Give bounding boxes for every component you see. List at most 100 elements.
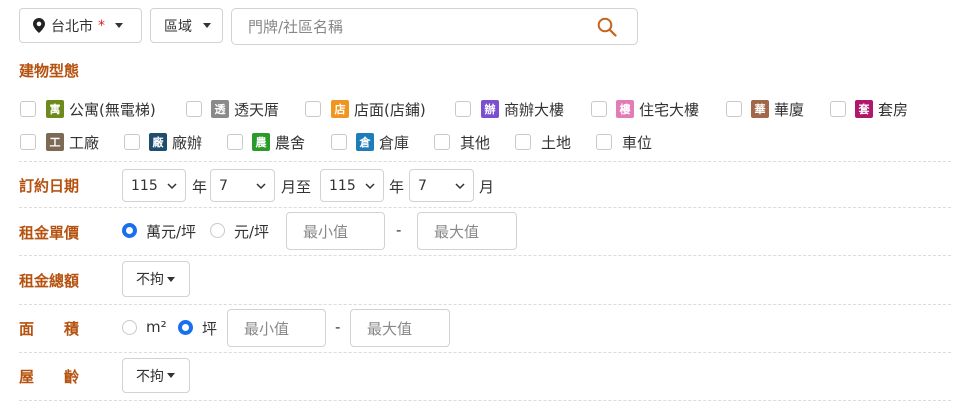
- to-month-value: 7: [418, 177, 427, 194]
- apartment-tag-icon: 寓: [46, 100, 64, 118]
- area-min-input[interactable]: 最小值: [227, 309, 326, 347]
- checkbox[interactable]: [591, 101, 607, 117]
- mansion-tag-icon: 華: [751, 100, 769, 118]
- checkbox[interactable]: [830, 101, 846, 117]
- chevron-down-icon: [203, 23, 211, 28]
- radio-yuan-per-ping[interactable]: [210, 223, 225, 238]
- checkbox[interactable]: [515, 134, 531, 150]
- checkbox[interactable]: [305, 101, 321, 117]
- to-year-select[interactable]: 115: [320, 169, 384, 202]
- total-rent-dropdown[interactable]: 不拘: [122, 261, 190, 297]
- age-label: 屋 齡: [19, 368, 80, 386]
- divider: [19, 400, 951, 401]
- district-dropdown[interactable]: 區域: [150, 8, 223, 43]
- city-label: 台北市: [51, 18, 93, 35]
- year-unit: 年: [389, 178, 405, 196]
- type-item-factory-office[interactable]: 廠 廠辦: [124, 132, 202, 152]
- type-item-land[interactable]: 土地: [515, 132, 571, 152]
- type-item-factory[interactable]: 工 工廠: [20, 132, 99, 152]
- from-year-value: 115: [131, 177, 158, 194]
- type-item-studio[interactable]: 套 套房: [830, 99, 908, 119]
- chevron-down-icon: [365, 182, 375, 189]
- age-dropdown[interactable]: 不拘: [122, 358, 190, 393]
- age-value: 不拘: [136, 368, 164, 385]
- type-label: 公寓(無電梯): [69, 100, 156, 119]
- type-label: 農舍: [275, 133, 306, 152]
- radio-square-meter-label: m²: [146, 318, 167, 336]
- type-item-storefront[interactable]: 店 店面(店鋪): [305, 99, 426, 119]
- type-item-mansion[interactable]: 華 華廈: [726, 99, 804, 119]
- type-item-other[interactable]: 其他: [434, 132, 490, 152]
- divider: [19, 207, 951, 208]
- unit-price-min-input[interactable]: 最小值: [286, 212, 385, 250]
- checkbox[interactable]: [124, 134, 140, 150]
- checkbox[interactable]: [726, 101, 742, 117]
- checkbox[interactable]: [434, 134, 450, 150]
- radio-square-meter[interactable]: [122, 320, 137, 335]
- type-label: 車位: [622, 133, 653, 152]
- checkbox[interactable]: [596, 134, 612, 150]
- type-item-residential-tower[interactable]: 樓 住宅大樓: [591, 99, 699, 119]
- factory-tag-icon: 工: [46, 133, 64, 151]
- location-pin-icon: [33, 18, 45, 33]
- search-input[interactable]: 門牌/社區名稱: [248, 16, 343, 37]
- divider: [19, 304, 951, 305]
- search-field[interactable]: 門牌/社區名稱: [231, 8, 638, 45]
- type-label: 工廠: [69, 133, 100, 152]
- studio-tag-icon: 套: [855, 100, 873, 118]
- type-item-apartment[interactable]: 寓 公寓(無電梯): [20, 99, 156, 119]
- checkbox[interactable]: [331, 134, 347, 150]
- search-icon[interactable]: [597, 17, 617, 37]
- required-mark: *: [98, 17, 105, 34]
- chevron-down-icon: [167, 276, 175, 282]
- month-unit: 月: [479, 178, 495, 196]
- checkbox[interactable]: [186, 101, 202, 117]
- checkbox[interactable]: [455, 101, 471, 117]
- type-label: 華廈: [774, 100, 805, 119]
- type-label: 透天厝: [234, 100, 280, 119]
- radio-wan-per-ping-label: 萬元/坪: [146, 223, 197, 241]
- building-type-title: 建物型態: [19, 62, 80, 80]
- from-year-select[interactable]: 115: [122, 169, 186, 202]
- type-item-farmhouse[interactable]: 農 農舍: [227, 132, 305, 152]
- type-label: 套房: [878, 100, 909, 119]
- checkbox[interactable]: [20, 101, 36, 117]
- area-label: 面 積: [19, 320, 80, 338]
- city-dropdown[interactable]: 台北市 *: [19, 8, 142, 43]
- type-label: 廠辦: [172, 133, 203, 152]
- total-rent-value: 不拘: [136, 272, 164, 288]
- to-month-select[interactable]: 7: [409, 169, 474, 202]
- district-label: 區域: [164, 18, 192, 35]
- contract-date-label: 訂約日期: [19, 177, 80, 195]
- to-year-value: 115: [329, 177, 356, 194]
- type-label: 其他: [460, 133, 491, 152]
- type-item-office[interactable]: 辦 商辦大樓: [455, 99, 564, 119]
- chevron-down-icon: [256, 182, 266, 189]
- tower-tag-icon: 樓: [616, 100, 634, 118]
- divider: [19, 161, 951, 162]
- month-to-text: 月至: [281, 178, 312, 196]
- divider: [19, 255, 951, 256]
- checkbox[interactable]: [20, 134, 36, 150]
- area-max-input[interactable]: 最大值: [350, 309, 450, 347]
- divider: [19, 352, 951, 353]
- type-item-warehouse[interactable]: 倉 倉庫: [331, 132, 409, 152]
- checkbox[interactable]: [227, 134, 243, 150]
- radio-wan-per-ping[interactable]: [122, 223, 137, 238]
- year-unit: 年: [192, 178, 208, 196]
- radio-yuan-per-ping-label: 元/坪: [234, 223, 270, 241]
- unit-price-max-input[interactable]: 最大值: [417, 212, 517, 250]
- type-item-parking[interactable]: 車位: [596, 132, 652, 152]
- type-label: 店面(店鋪): [354, 100, 426, 119]
- warehouse-tag-icon: 倉: [356, 133, 374, 151]
- radio-ping[interactable]: [178, 320, 193, 335]
- range-dash: -: [335, 318, 341, 336]
- type-label: 土地: [541, 133, 572, 152]
- total-rent-label: 租金總額: [19, 272, 80, 290]
- type-label: 商辦大樓: [504, 100, 565, 119]
- radio-ping-label: 坪: [202, 320, 218, 338]
- type-item-townhouse[interactable]: 透 透天厝: [186, 99, 279, 119]
- from-month-select[interactable]: 7: [210, 169, 275, 202]
- store-tag-icon: 店: [331, 100, 349, 118]
- office-tag-icon: 辦: [481, 100, 499, 118]
